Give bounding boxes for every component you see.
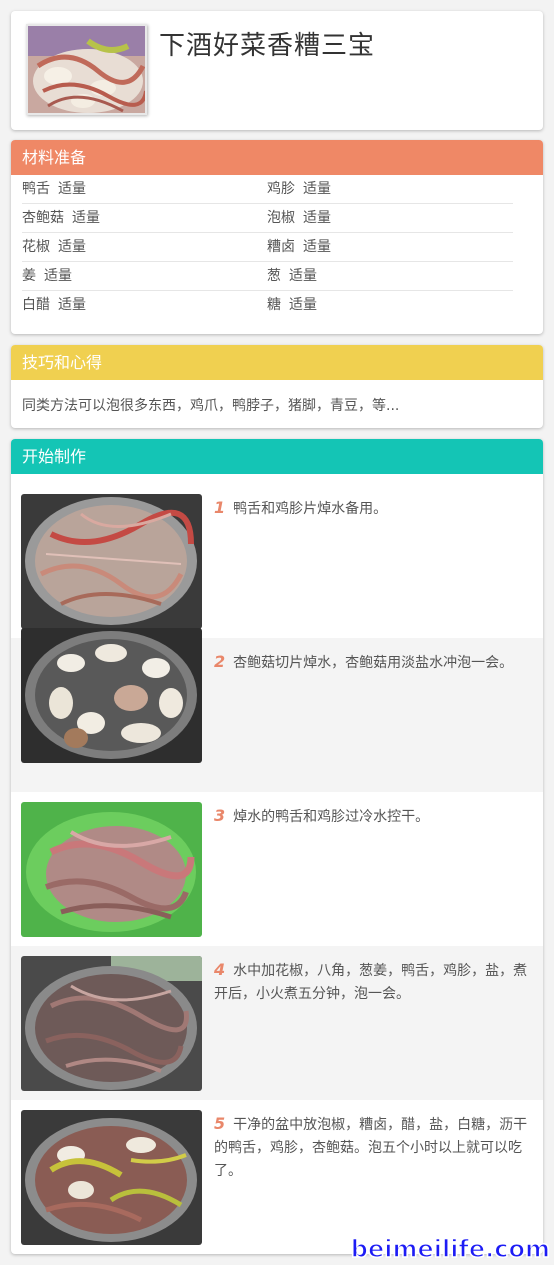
- ingredient-item: 鸡胗 适量: [267, 175, 512, 203]
- steps-heading: 开始制作: [11, 439, 543, 474]
- ingredients-list: 鸭舌 适量 鸡胗 适量 杏鲍菇 适量 泡椒 适量 花椒 适量 糟卤 适量 姜适量 葱适量 白…: [11, 175, 543, 320]
- ingredient-item: 泡椒 适量: [267, 204, 512, 232]
- recipe-header-card: 下酒好菜香糟三宝: [11, 11, 543, 130]
- ingredient-amount: 适量: [289, 268, 317, 284]
- step-description: 1 鸭舌和鸡胗片焯水备用。: [214, 496, 531, 521]
- ingredient-item: 糖适量: [267, 291, 512, 320]
- step-photo[interactable]: [21, 628, 202, 763]
- tips-text: 同类方法可以泡很多东西，鸡爪，鸭脖子，猪脚，青豆，等...: [22, 398, 400, 414]
- ingredient-name: 葱: [267, 268, 281, 284]
- ingredient-row: 姜适量 葱适量: [22, 262, 513, 291]
- recipe-thumbnail[interactable]: [26, 24, 147, 115]
- ingredient-row: 杏鲍菇 适量 泡椒 适量: [22, 204, 513, 233]
- step-text: 杏鲍菇切片焯水，杏鲍菇用淡盐水冲泡一会。: [233, 655, 514, 671]
- step-description: 5 干净的盆中放泡椒，糟卤，醋，盐，白糖，沥干的鸭舌，鸡胗，杏鲍菇。泡五个小时以上…: [214, 1112, 531, 1183]
- ingredient-name: 泡椒: [267, 210, 295, 226]
- step-number: 3: [214, 806, 226, 825]
- step-number: 4: [214, 960, 226, 979]
- step-photo[interactable]: [21, 956, 202, 1091]
- ingredient-name: 糟卤: [267, 239, 295, 255]
- step-item: 1 鸭舌和鸡胗片焯水备用。: [11, 474, 543, 629]
- step-item: 3 焯水的鸭舌和鸡胗过冷水控干。: [11, 792, 543, 946]
- tips-card: 技巧和心得 同类方法可以泡很多东西，鸡爪，鸭脖子，猪脚，青豆，等...: [11, 345, 543, 428]
- step-description: 3 焯水的鸭舌和鸡胗过冷水控干。: [214, 804, 531, 829]
- ingredient-item: 杏鲍菇 适量: [22, 204, 267, 232]
- ingredient-name: 姜: [22, 268, 36, 284]
- ingredient-name: 鸭舌: [22, 181, 50, 197]
- ingredient-amount: 适量: [44, 268, 72, 284]
- ingredient-name: 鸡胗: [267, 181, 295, 197]
- watermark-text: beimeilife.com: [350, 1234, 551, 1264]
- step-number: 2: [214, 652, 226, 671]
- ingredient-item: 糟卤 适量: [267, 233, 512, 261]
- ingredient-item: 白醋 适量: [22, 291, 267, 320]
- step-text: 焯水的鸭舌和鸡胗过冷水控干。: [233, 809, 430, 825]
- step-photo[interactable]: [21, 494, 202, 629]
- ingredient-row: 花椒 适量 糟卤 适量: [22, 233, 513, 262]
- ingredient-amount: 适量: [58, 239, 86, 255]
- ingredient-name: 白醋: [22, 297, 50, 313]
- ingredient-row: 白醋 适量 糖适量: [22, 291, 513, 320]
- tips-heading: 技巧和心得: [11, 345, 543, 380]
- steps-card: 开始制作 1 鸭舌和鸡胗片焯水备用。 2 杏鲍菇切片焯水，杏鲍菇用淡盐水冲泡一会…: [11, 439, 543, 1254]
- step-item: 5 干净的盆中放泡椒，糟卤，醋，盐，白糖，沥干的鸭舌，鸡胗，杏鲍菇。泡五个小时以上…: [11, 1100, 543, 1254]
- ingredients-heading: 材料准备: [11, 140, 543, 175]
- ingredient-item: 姜适量: [22, 262, 267, 290]
- ingredient-amount: 适量: [72, 210, 100, 226]
- ingredient-name: 糖: [267, 297, 281, 313]
- ingredient-amount: 适量: [303, 210, 331, 226]
- ingredient-name: 花椒: [22, 239, 50, 255]
- step-text: 鸭舌和鸡胗片焯水备用。: [233, 501, 388, 517]
- step-number: 5: [214, 1114, 226, 1133]
- page-title: 下酒好菜香糟三宝: [159, 31, 376, 61]
- step-description: 2 杏鲍菇切片焯水，杏鲍菇用淡盐水冲泡一会。: [214, 650, 531, 675]
- step-photo[interactable]: [21, 1110, 202, 1245]
- ingredient-item: 花椒 适量: [22, 233, 267, 261]
- step-text: 干净的盆中放泡椒，糟卤，醋，盐，白糖，沥干的鸭舌，鸡胗，杏鲍菇。泡五个小时以上就…: [214, 1117, 528, 1179]
- ingredient-amount: 适量: [58, 297, 86, 313]
- steps-list: 1 鸭舌和鸡胗片焯水备用。 2 杏鲍菇切片焯水，杏鲍菇用淡盐水冲泡一会。 3 焯…: [11, 474, 543, 1254]
- step-item: 4 水中加花椒，八角，葱姜，鸭舌，鸡胗，盐，煮开后，小火煮五分钟，泡一会。: [11, 946, 543, 1100]
- ingredient-item: 鸭舌 适量: [22, 175, 267, 203]
- step-number: 1: [214, 498, 226, 517]
- ingredient-item: 葱适量: [267, 262, 512, 290]
- step-text: 水中加花椒，八角，葱姜，鸭舌，鸡胗，盐，煮开后，小火煮五分钟，泡一会。: [214, 963, 528, 1002]
- ingredient-amount: 适量: [303, 239, 331, 255]
- step-item: 2 杏鲍菇切片焯水，杏鲍菇用淡盐水冲泡一会。: [11, 628, 543, 792]
- step-photo[interactable]: [21, 802, 202, 937]
- ingredients-card: 材料准备 鸭舌 适量 鸡胗 适量 杏鲍菇 适量 泡椒 适量 花椒 适量 糟卤 适量 姜适量 …: [11, 140, 543, 334]
- ingredient-amount: 适量: [289, 297, 317, 313]
- ingredient-amount: 适量: [58, 181, 86, 197]
- ingredient-name: 杏鲍菇: [22, 210, 64, 226]
- ingredient-amount: 适量: [303, 181, 331, 197]
- ingredient-row: 鸭舌 适量 鸡胗 适量: [22, 175, 513, 204]
- step-description: 4 水中加花椒，八角，葱姜，鸭舌，鸡胗，盐，煮开后，小火煮五分钟，泡一会。: [214, 958, 531, 1006]
